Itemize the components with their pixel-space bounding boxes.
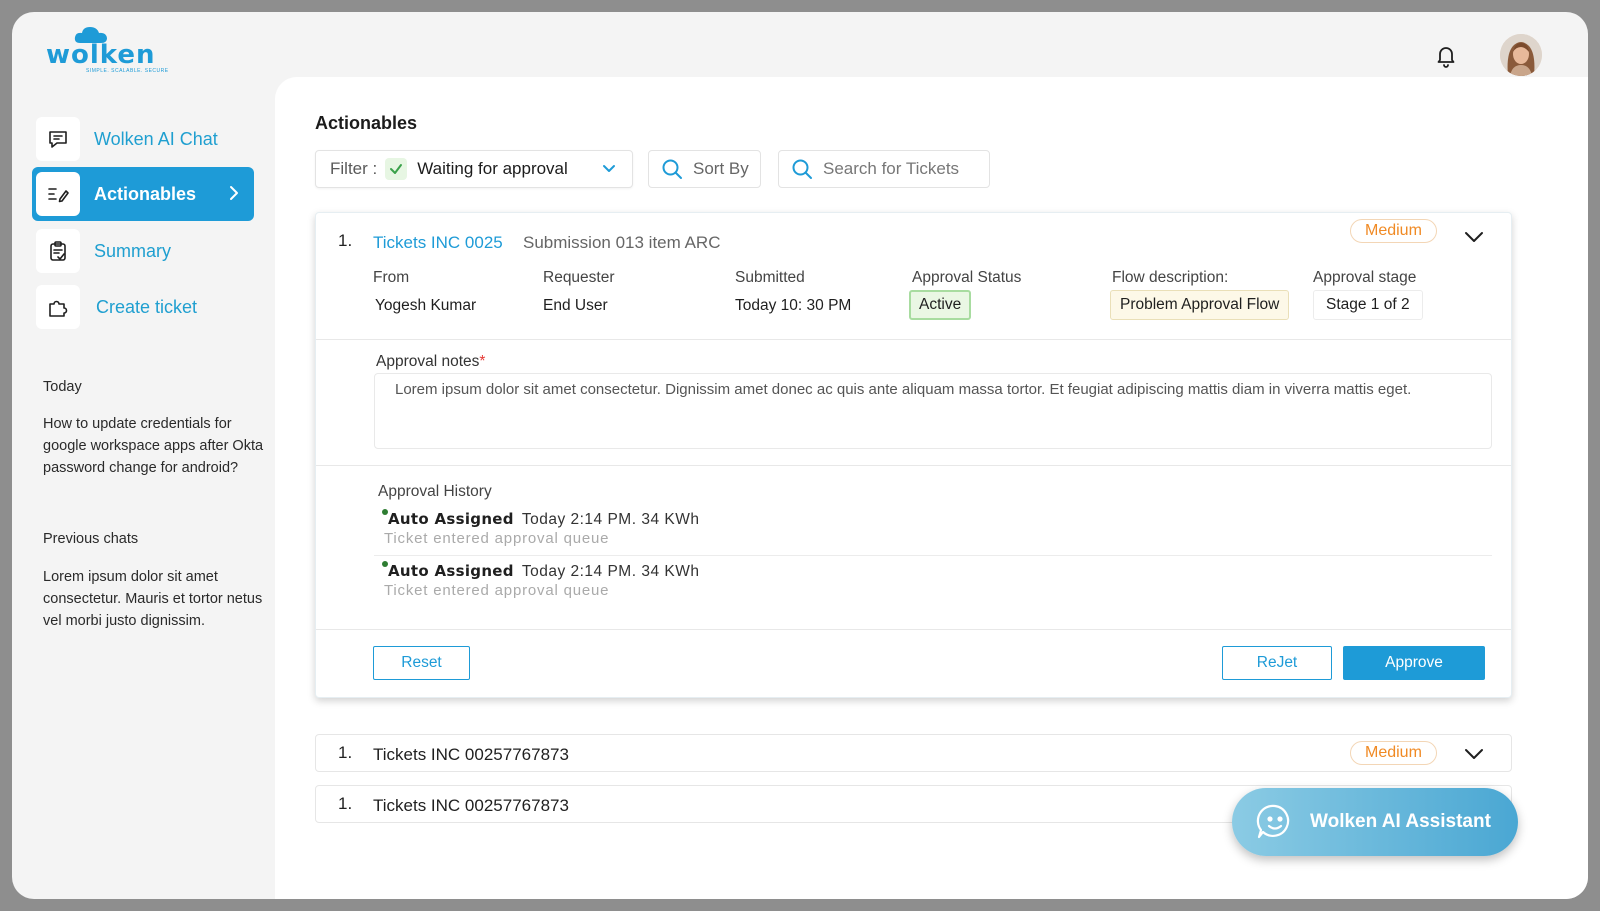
- clipboard-icon: [36, 229, 80, 273]
- divider: [316, 629, 1511, 630]
- priority-badge: Medium: [1350, 219, 1437, 243]
- ticket-id-link[interactable]: Tickets INC 0025: [373, 233, 503, 253]
- chevron-down-icon[interactable]: [1464, 748, 1484, 760]
- previous-chat-item[interactable]: Lorem ipsum dolor sit amet consectetur. …: [43, 566, 267, 632]
- flow-badge: Problem Approval Flow: [1110, 290, 1290, 320]
- sidebar-item-label: Create ticket: [96, 296, 198, 317]
- required-marker: *: [479, 353, 486, 370]
- check-icon: [385, 158, 408, 180]
- reject-button[interactable]: ReJet: [1222, 646, 1332, 680]
- avatar-image: [1500, 34, 1542, 76]
- ticket-search[interactable]: [778, 150, 990, 188]
- ticket-card-expanded: 1. Tickets INC 0025 Submission 013 item …: [315, 212, 1512, 698]
- ticket-subtitle: Submission 013 item ARC: [523, 233, 721, 252]
- sidebar-item-summary[interactable]: Summary: [32, 224, 254, 278]
- sidebar-item-create-ticket[interactable]: Create ticket: [32, 280, 254, 334]
- brand-name: wolken: [46, 40, 156, 70]
- requester-label: Requester: [543, 269, 615, 286]
- page-title: Actionables: [315, 113, 418, 133]
- today-heading: Today: [43, 379, 82, 395]
- submitted-value: Today 10: 30 PM: [735, 297, 852, 314]
- priority-badge: Medium: [1350, 741, 1437, 765]
- approval-history-title: Approval History: [378, 483, 492, 500]
- app-window: wolken SIMPLE. SCALABLE. SECURE Wolken A…: [12, 12, 1588, 899]
- divider: [316, 465, 1511, 466]
- sort-by-button[interactable]: Sort By: [648, 150, 761, 188]
- search-icon: [662, 159, 682, 179]
- chevron-up-icon[interactable]: [1464, 231, 1484, 243]
- divider: [374, 555, 1492, 556]
- sidebar-item-wolken-ai-chat[interactable]: Wolken AI Chat: [32, 112, 254, 166]
- today-chat-item[interactable]: How to update credentials for google wor…: [43, 413, 267, 479]
- history-actor: Auto Assigned: [388, 562, 514, 580]
- search-input[interactable]: [823, 159, 983, 179]
- approve-button[interactable]: Approve: [1343, 646, 1485, 680]
- search-icon: [792, 159, 812, 179]
- history-entry: Auto Assigned Today 2:14 PM. 34 KWh Ticke…: [382, 509, 699, 547]
- main-panel: Actionables Filter : Waiting for approva…: [275, 77, 1588, 899]
- reset-button[interactable]: Reset: [373, 646, 470, 680]
- history-time: Today 2:14 PM. 34 KWh: [521, 511, 700, 528]
- status-badge: Active: [909, 290, 972, 320]
- history-actor: Auto Assigned: [388, 510, 514, 528]
- ticket-index: 1.: [338, 743, 353, 762]
- puzzle-icon: [36, 285, 80, 329]
- user-avatar[interactable]: [1500, 34, 1542, 76]
- previous-chats-heading: Previous chats: [43, 531, 139, 547]
- requester-value: End User: [543, 297, 608, 314]
- chevron-down-icon: [603, 165, 615, 172]
- history-time: Today 2:14 PM. 34 KWh: [521, 563, 700, 580]
- filter-prefix: Filter :: [330, 159, 378, 178]
- chat-icon: [36, 117, 80, 161]
- ticket-id: Tickets INC 00257767873: [373, 745, 569, 764]
- bell-icon[interactable]: [1434, 44, 1458, 68]
- approval-status-label: Approval Status: [912, 269, 1022, 286]
- submitted-label: Submitted: [735, 269, 805, 286]
- ticket-index: 1.: [338, 231, 353, 250]
- sidebar-item-actionables[interactable]: Actionables: [32, 167, 254, 221]
- sort-by-label: Sort By: [693, 159, 749, 178]
- task-list-icon: [36, 172, 80, 216]
- filter-dropdown[interactable]: Filter : Waiting for approval: [315, 150, 633, 188]
- sidebar-item-label: Actionables: [94, 183, 197, 204]
- wolken-logo[interactable]: wolken SIMPLE. SCALABLE. SECURE: [46, 26, 169, 76]
- approval-notes-label: Approval notes*: [376, 353, 485, 371]
- from-value: Yogesh Kumar: [375, 297, 477, 314]
- brand-tagline: SIMPLE. SCALABLE. SECURE: [86, 68, 169, 74]
- flow-description-label: Flow description:: [1112, 269, 1229, 286]
- history-entry: Auto Assigned Today 2:14 PM. 34 KWh Ticke…: [382, 561, 699, 599]
- history-description: Ticket entered approval queue: [384, 530, 610, 547]
- ai-assistant-button[interactable]: Wolken AI Assistant: [1232, 788, 1518, 856]
- approval-notes-text: Approval notes: [376, 353, 480, 370]
- ticket-index: 1.: [338, 794, 353, 813]
- ticket-id: Tickets INC 00257767873: [373, 796, 569, 815]
- sidebar-item-label: Wolken AI Chat: [94, 128, 218, 149]
- divider: [316, 339, 1511, 340]
- stage-badge: Stage 1 of 2: [1313, 290, 1423, 320]
- sidebar-item-label: Summary: [94, 240, 172, 261]
- approval-notes-textarea[interactable]: Lorem ipsum dolor sit amet consectetur. …: [374, 373, 1492, 449]
- ticket-row[interactable]: 1. Tickets INC 00257767873 Medium: [315, 734, 1512, 772]
- ai-assistant-label: Wolken AI Assistant: [1310, 811, 1491, 832]
- smiley-chat-icon: [1256, 804, 1290, 839]
- history-description: Ticket entered approval queue: [384, 582, 610, 599]
- approval-stage-label: Approval stage: [1313, 269, 1417, 286]
- from-label: From: [373, 269, 410, 286]
- filter-value: Waiting for approval: [417, 159, 568, 178]
- chevron-right-icon: [230, 186, 238, 200]
